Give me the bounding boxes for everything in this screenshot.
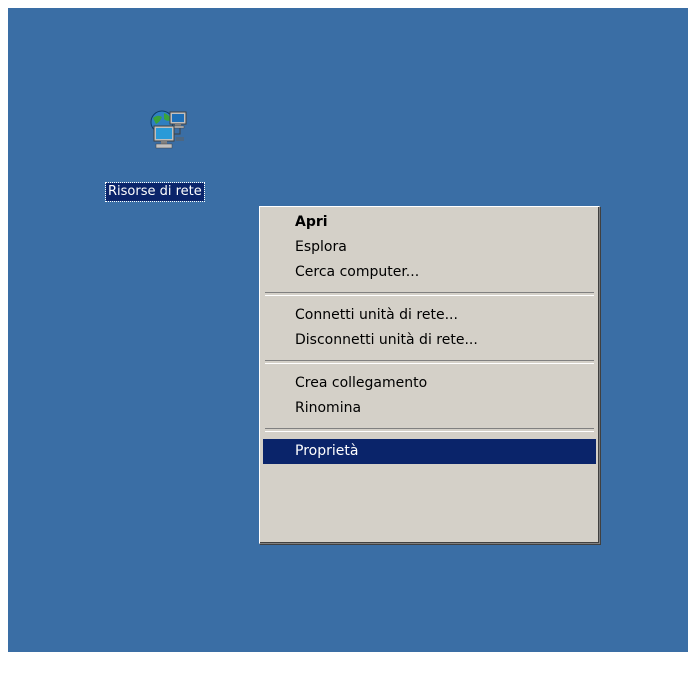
- network-places-label: Risorse di rete: [105, 182, 205, 202]
- menu-separator: [265, 360, 594, 364]
- menu-item-apri[interactable]: Apri: [263, 210, 596, 235]
- menu-separator: [265, 292, 594, 296]
- menu-item-rinomina[interactable]: Rinomina: [263, 396, 596, 421]
- network-places-shortcut[interactable]: Risorse di rete: [105, 100, 256, 202]
- menu-item-disconnetti-unita[interactable]: Disconnetti unità di rete...: [263, 328, 596, 353]
- menu-item-crea-collegamento[interactable]: Crea collegamento: [263, 371, 596, 396]
- network-places-icon: [148, 108, 188, 152]
- menu-item-connetti-unita[interactable]: Connetti unità di rete...: [263, 303, 596, 328]
- menu-item-cerca-computer[interactable]: Cerca computer...: [263, 260, 596, 285]
- menu-item-proprieta[interactable]: Proprietà: [263, 439, 596, 464]
- menu-separator: [265, 428, 594, 432]
- menu-item-esplora[interactable]: Esplora: [263, 235, 596, 260]
- context-menu: Apri Esplora Cerca computer... Connetti …: [259, 206, 600, 544]
- desktop[interactable]: Risorse di rete Apri Esplora Cerca compu…: [8, 8, 688, 652]
